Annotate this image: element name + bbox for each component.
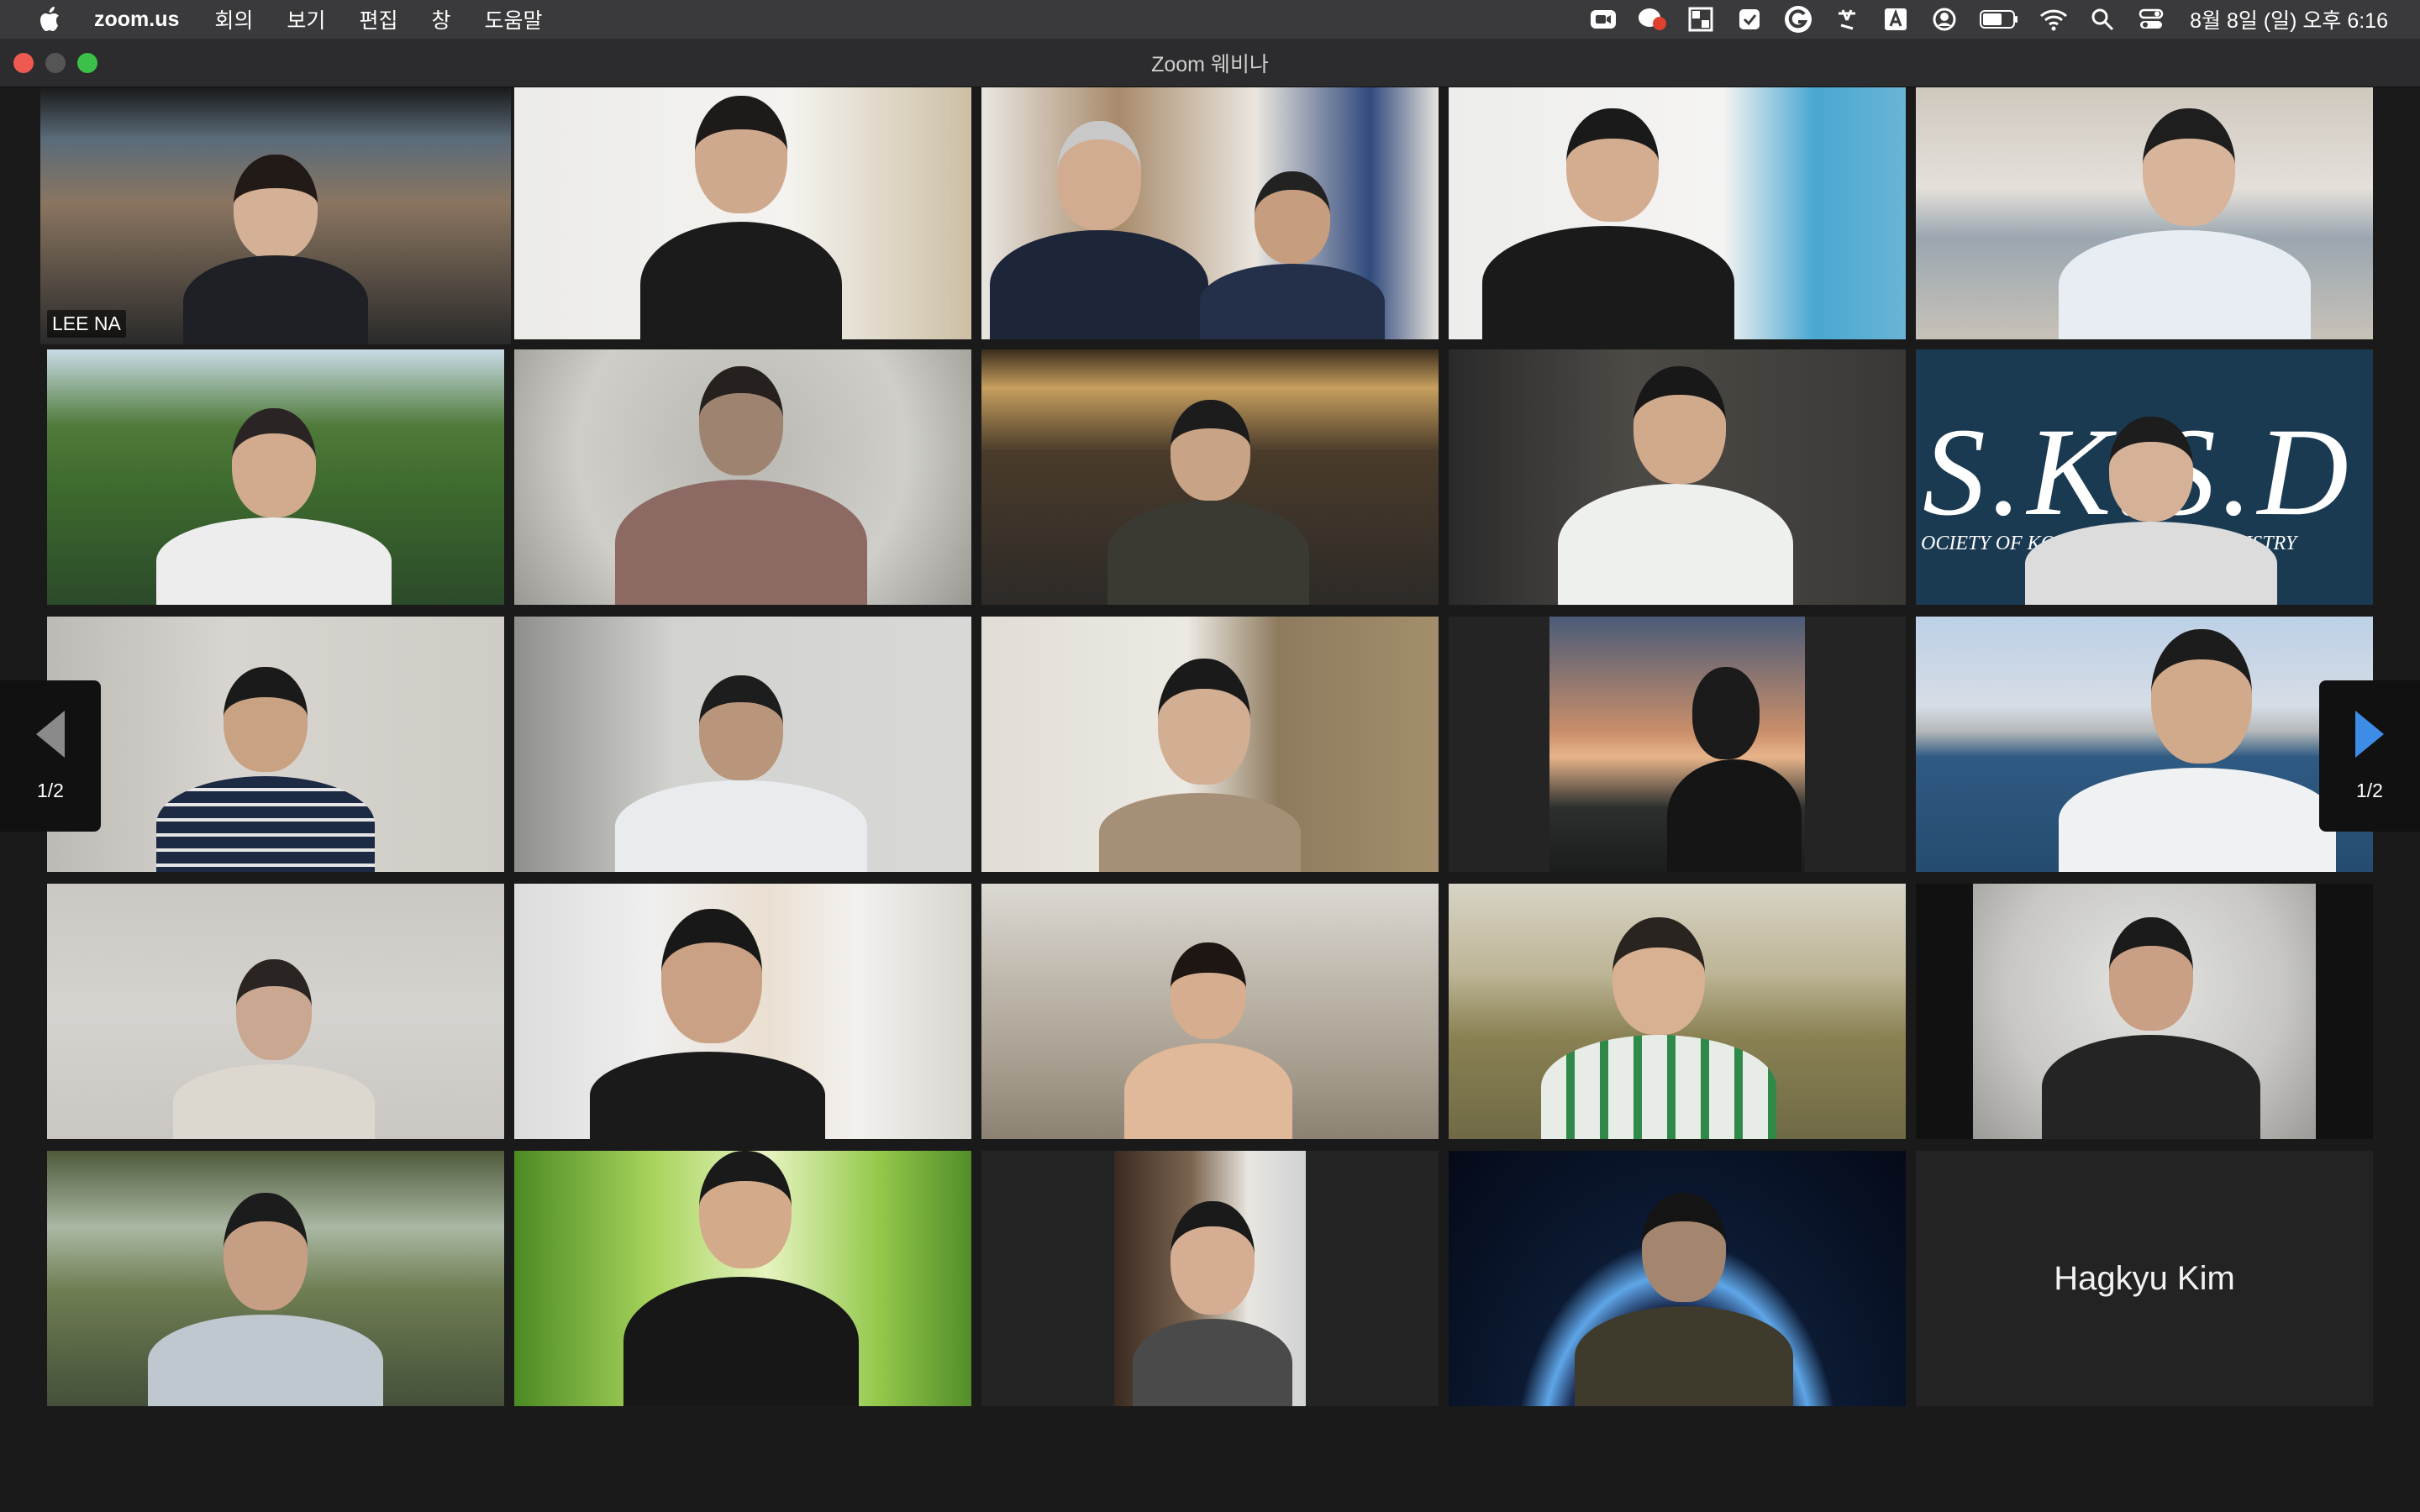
- participant-tile[interactable]: [1916, 884, 2373, 1139]
- participant-tile[interactable]: [1449, 1151, 1906, 1406]
- participant-avatar: [590, 909, 825, 1139]
- grammarly-icon[interactable]: [1783, 4, 1813, 34]
- participant-tile[interactable]: [47, 884, 504, 1139]
- participant-tile[interactable]: [1916, 87, 2373, 339]
- participant-tile[interactable]: [514, 617, 971, 872]
- page-indicator: 1/2: [2356, 779, 2383, 801]
- control-center-icon[interactable]: [2136, 4, 2166, 34]
- menu-edit[interactable]: 편집: [359, 4, 397, 34]
- participant-avatar: [1575, 1193, 1793, 1406]
- participant-avatar: [990, 121, 1208, 339]
- participant-avatar: [148, 1193, 383, 1406]
- participant-avatar: [1200, 171, 1385, 339]
- previous-page-button[interactable]: 1/2: [0, 680, 101, 832]
- apple-menu-icon[interactable]: [35, 4, 66, 34]
- close-window-button[interactable]: [13, 53, 34, 73]
- menu-help[interactable]: 도움말: [484, 4, 542, 34]
- arrow-left-icon: [36, 710, 65, 758]
- window-controls: [13, 53, 109, 73]
- participant-avatar: [2059, 629, 2336, 872]
- participant-avatar: [183, 155, 368, 344]
- participant-avatar: [2025, 417, 2277, 605]
- participant-avatar: [2059, 108, 2311, 339]
- participant-tile[interactable]: [514, 884, 971, 1139]
- page-indicator: 1/2: [37, 779, 64, 801]
- participant-avatar: [1133, 1201, 1292, 1406]
- participant-tile[interactable]: [981, 617, 1439, 872]
- participant-tile[interactable]: [47, 349, 504, 605]
- participant-tile[interactable]: [981, 1151, 1439, 1406]
- arrow-right-icon: [2355, 710, 2384, 758]
- participant-avatar: [615, 366, 867, 605]
- participant-avatar: [156, 408, 392, 605]
- participant-name-display: Hagkyu Kim: [2054, 1259, 2235, 1297]
- participant-avatar: [1482, 108, 1734, 339]
- participant-tile[interactable]: [1449, 884, 1906, 1139]
- minimize-window-button[interactable]: [45, 53, 66, 73]
- participant-avatar: [640, 96, 842, 339]
- participant-avatar: [615, 675, 867, 872]
- chat-badge-icon[interactable]: [1637, 4, 1667, 34]
- participant-tile[interactable]: [514, 349, 971, 605]
- participant-avatar: [1541, 917, 1776, 1139]
- participant-tile[interactable]: [981, 349, 1439, 605]
- participant-name-label: LEE NA: [47, 310, 126, 338]
- participant-avatar: [1558, 366, 1793, 605]
- menu-meeting[interactable]: 회의: [214, 4, 253, 34]
- participant-tile[interactable]: [1449, 349, 1906, 605]
- participant-avatar: [1091, 659, 1309, 872]
- input-tool-icon[interactable]: [1832, 4, 1862, 34]
- menu-view[interactable]: 보기: [287, 4, 325, 34]
- next-page-button[interactable]: 1/2: [2319, 680, 2420, 832]
- participant-tile[interactable]: [981, 884, 1439, 1139]
- menu-window[interactable]: 창: [431, 4, 450, 34]
- window-grid-icon[interactable]: [1686, 4, 1716, 34]
- participant-tile[interactable]: [514, 1151, 971, 1406]
- participant-tile[interactable]: [47, 1151, 504, 1406]
- participant-avatar: [2042, 917, 2260, 1139]
- participant-avatar: [156, 667, 375, 872]
- participant-avatar: [1124, 942, 1292, 1139]
- keyboard-a-icon[interactable]: [1881, 4, 1911, 34]
- menu-app-name[interactable]: zoom.us: [94, 8, 179, 32]
- window-title: Zoom 웨비나: [1151, 52, 1269, 76]
- participant-tile[interactable]: [1916, 617, 2373, 872]
- zoom-camera-icon[interactable]: [1588, 4, 1618, 34]
- participant-avatar: [1107, 400, 1309, 605]
- participant-tile[interactable]: Hagkyu Kim: [1916, 1151, 2373, 1406]
- participant-tile[interactable]: [1449, 87, 1906, 339]
- checkbox-icon[interactable]: [1734, 4, 1765, 34]
- participant-tile[interactable]: S.K.S.D OCIETY OF KOREAN SPECIAL DENTIST…: [1916, 349, 2373, 605]
- participant-avatar: [607, 1151, 876, 1406]
- user-circle-icon[interactable]: [1929, 4, 1960, 34]
- window-titlebar: Zoom 웨비나: [0, 39, 2420, 87]
- participant-tile[interactable]: [1449, 617, 1906, 872]
- participant-tile[interactable]: LEE NA: [40, 87, 511, 344]
- participant-tile[interactable]: [514, 87, 971, 339]
- zoom-window-button[interactable]: [77, 53, 97, 73]
- wifi-icon[interactable]: [2039, 4, 2069, 34]
- participant-tile[interactable]: [47, 617, 504, 872]
- search-icon[interactable]: [2087, 4, 2118, 34]
- gallery-view: LEE NA OCIETY OF Hagkyu Kim 1/2 1/2: [0, 87, 2420, 1512]
- macos-menubar: zoom.us 회의 보기 편집 창 도움말 8월 8일 (일) 오후 6:16: [0, 0, 2420, 39]
- battery-icon[interactable]: [1978, 4, 2020, 34]
- participant-avatar: [173, 959, 375, 1139]
- menubar-clock[interactable]: 8월 8일 (일) 오후 6:16: [2190, 4, 2388, 34]
- participant-avatar: [1667, 667, 1802, 872]
- participant-tile[interactable]: [981, 87, 1439, 339]
